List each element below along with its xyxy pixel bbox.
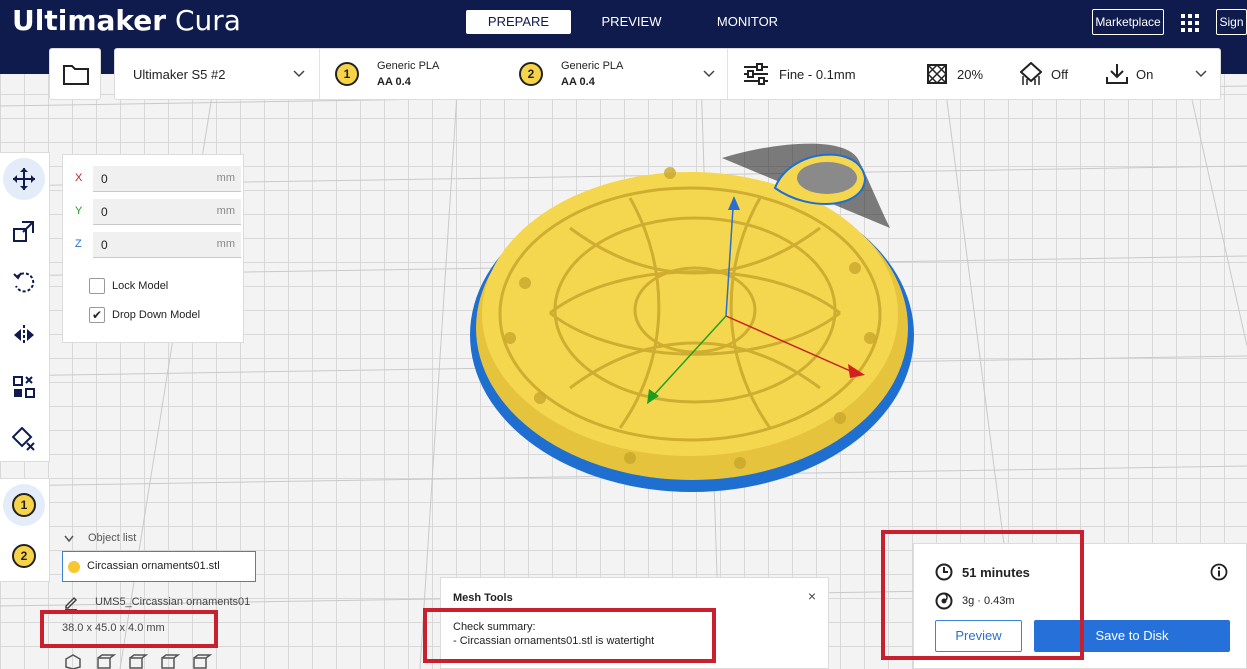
infill-icon [927, 64, 947, 84]
folder-icon [63, 65, 89, 85]
apps-grid-icon[interactable] [1180, 13, 1200, 33]
y-position-row: Y 0 mm [73, 199, 241, 225]
left-view-icon [161, 654, 181, 669]
y-position-unit: mm [216, 205, 235, 217]
pencil-icon[interactable] [64, 596, 78, 610]
model-circassian-ornament[interactable] [470, 138, 940, 498]
x-position-value: 0 [101, 172, 108, 186]
mirror-tool[interactable] [3, 314, 45, 356]
tab-preview[interactable]: PREVIEW [584, 10, 679, 34]
extruder-1-badge: 1 [12, 493, 36, 517]
extruder-2-core: AA 0.4 [561, 76, 595, 88]
chevron-down-icon[interactable] [703, 70, 715, 78]
close-icon[interactable]: × [808, 588, 816, 604]
chevron-down-icon[interactable] [1195, 70, 1207, 78]
x-position-unit: mm [216, 172, 235, 184]
extruder-1-button[interactable]: 1 [3, 484, 45, 526]
lock-model-box[interactable] [89, 278, 105, 294]
extruder-2-badge: 2 [519, 62, 543, 86]
job-name[interactable]: UMS5_Circassian ornaments01 [95, 596, 250, 608]
x-axis-label: X [75, 172, 83, 184]
drop-down-model-label: Drop Down Model [112, 309, 201, 321]
support-blocker-icon [12, 427, 35, 451]
annotation-highlight-print-estimate [881, 530, 1084, 660]
extruder-selector-panel: 1 2 [0, 478, 50, 582]
tab-monitor[interactable]: MONITOR [700, 10, 795, 34]
z-position-unit: mm [216, 238, 235, 250]
y-position-input[interactable]: 0 mm [93, 199, 241, 225]
tab-prepare[interactable]: PREPARE [466, 10, 571, 34]
extruder-1-core: AA 0.4 [377, 76, 411, 88]
sign-in-button[interactable]: Sign [1216, 9, 1247, 35]
view-orientation-icons [65, 654, 213, 669]
object-name: Circassian ornaments01.stl [87, 560, 220, 572]
app-logo: Ultimaker Cura [12, 4, 241, 37]
x-position-input[interactable]: 0 mm [93, 166, 241, 192]
rotate-tool[interactable] [3, 262, 45, 304]
info-icon[interactable] [1210, 563, 1228, 581]
chevron-down-icon[interactable] [64, 535, 74, 543]
mirror-icon [14, 325, 34, 345]
chevron-down-icon[interactable] [293, 70, 305, 78]
mesh-tools-title: Mesh Tools [453, 592, 513, 604]
per-model-settings-tool[interactable] [3, 366, 45, 408]
adhesion-icon [1106, 64, 1128, 84]
z-position-value: 0 [101, 238, 108, 252]
extruder-1-badge: 1 [335, 62, 359, 86]
z-axis-label: Z [75, 238, 82, 250]
extruder-2-button[interactable]: 2 [3, 535, 45, 577]
move-tool-panel: X 0 mm Y 0 mm Z 0 mm Lock Model ✔ Drop D… [62, 154, 244, 343]
per-model-settings-icon [13, 376, 35, 398]
right-view-icon [193, 654, 213, 669]
scale-tool[interactable] [3, 210, 45, 252]
support-icon [1020, 62, 1042, 85]
annotation-highlight-mesh-check [423, 608, 716, 663]
printer-selector[interactable]: Ultimaker S5 #2 [133, 67, 225, 82]
extruder-2-badge: 2 [12, 544, 36, 568]
profile-label[interactable]: Fine - 0.1mm [779, 67, 856, 82]
front-view-icon [97, 654, 117, 669]
drop-down-model-box[interactable]: ✔ [89, 307, 105, 323]
annotation-highlight-dimensions [40, 610, 218, 648]
extruder-2-material[interactable]: Generic PLA [561, 60, 623, 72]
object-list-toggle[interactable]: Object list [88, 532, 136, 544]
print-settings-sliders-icon [744, 63, 768, 85]
infill-value[interactable]: 20% [957, 67, 983, 82]
lock-model-label: Lock Model [112, 280, 169, 292]
z-position-input[interactable]: 0 mm [93, 232, 241, 258]
extruder-color-dot [68, 561, 80, 573]
rotate-icon [13, 272, 35, 293]
y-position-value: 0 [101, 205, 108, 219]
support-blocker-tool[interactable] [3, 418, 45, 460]
extruder-1-material[interactable]: Generic PLA [377, 60, 439, 72]
top-view-icon [129, 654, 149, 669]
adhesion-value[interactable]: On [1136, 67, 1153, 82]
object-list-item[interactable]: Circassian ornaments01.stl [62, 551, 256, 582]
support-value[interactable]: Off [1051, 67, 1068, 82]
open-file-button[interactable] [49, 48, 101, 100]
print-setup-toolbar: Ultimaker S5 #2 1 Generic PLA AA 0.4 2 G… [114, 48, 1221, 100]
marketplace-button[interactable]: Marketplace [1092, 9, 1164, 35]
scale-icon [13, 221, 34, 242]
y-axis-label: Y [75, 205, 83, 217]
move-tool[interactable] [3, 158, 45, 200]
move-icon [13, 168, 35, 190]
3d-view-icon [65, 654, 81, 669]
x-position-row: X 0 mm [73, 166, 241, 192]
tool-panel [0, 152, 50, 462]
z-position-row: Z 0 mm [73, 232, 241, 258]
